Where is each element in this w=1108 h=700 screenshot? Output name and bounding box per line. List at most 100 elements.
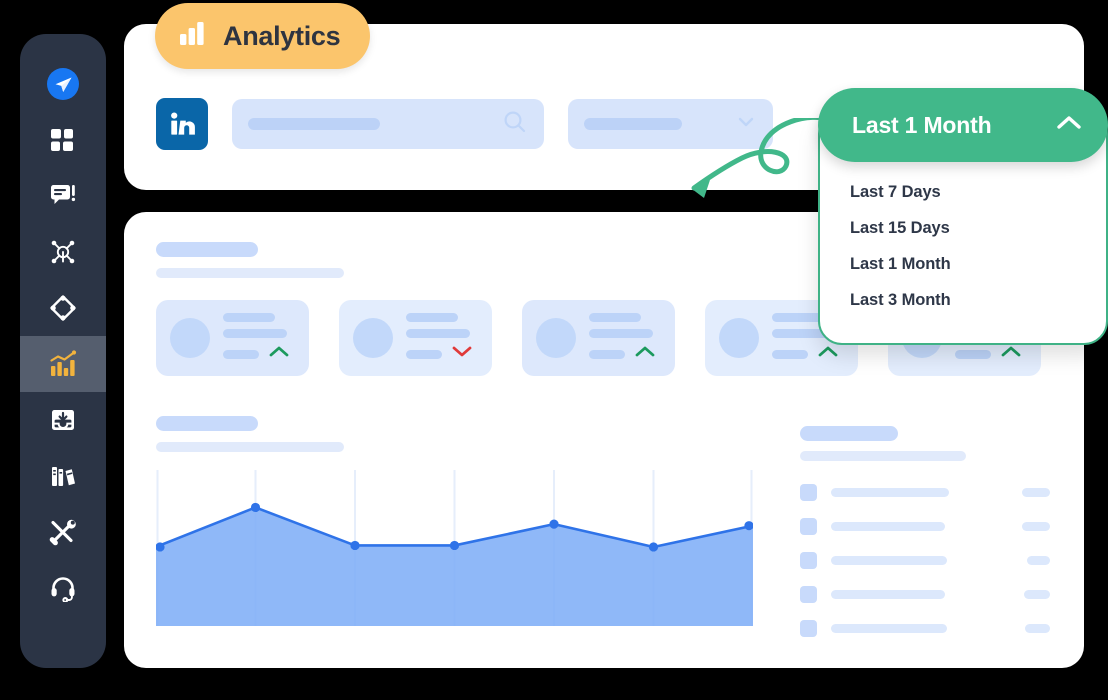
inbox-download-icon [49,406,77,434]
target-icon [49,294,77,322]
list-item-label [831,624,947,633]
stats-section-subtitle [156,268,344,278]
list-item-value [1025,624,1050,633]
network-icon [48,237,78,267]
avatar [170,318,210,358]
search-icon [502,109,528,140]
sidebar-item-analytics[interactable] [20,336,106,392]
stat-line [223,313,275,322]
dashboard-icon [49,126,77,154]
sidebar [20,34,106,668]
stat-line [589,349,625,359]
message-alert-icon [49,182,77,210]
sidebar-item-inbox[interactable] [20,392,106,448]
sidebar-item-network[interactable] [20,224,106,280]
list-item-label [831,556,947,565]
stat-card[interactable] [339,300,492,376]
list-item[interactable] [800,586,1050,603]
stat-value-row [772,345,844,363]
date-range-option-2[interactable]: Last 1 Month [850,246,1108,282]
sidebar-item-dashboard[interactable] [20,112,106,168]
trend-up-icon [635,345,655,363]
list-item[interactable] [800,518,1050,535]
sidebar-item-library[interactable] [20,448,106,504]
date-range-option-0[interactable]: Last 7 Days [850,174,1108,210]
analytics-badge: Analytics [155,3,371,69]
stat-card[interactable] [156,300,309,376]
avatar [719,318,759,358]
area-chart [154,470,755,628]
search-input[interactable] [232,99,544,149]
stat-value-row [406,345,478,363]
filter-placeholder-bar [584,118,682,130]
library-icon [49,462,77,490]
stat-line [955,349,991,359]
date-range-option-3[interactable]: Last 3 Month [850,282,1108,318]
date-range-selected-label: Last 1 Month [852,111,992,138]
analytics-icon [48,349,78,379]
stats-section-title [156,242,258,257]
list-item-value [1027,556,1050,565]
analytics-badge-label: Analytics [223,20,341,51]
sidebar-item-send[interactable] [20,56,106,112]
stat-lines [223,313,295,363]
list-item-icon [800,518,817,535]
list-panel [800,484,1050,637]
stat-line [223,349,259,359]
list-item[interactable] [800,484,1050,501]
tools-icon [49,518,77,546]
stat-lines [589,313,661,363]
list-item-icon [800,484,817,501]
linkedin-icon[interactable] [156,98,208,150]
stat-line [406,313,458,322]
headset-icon [49,574,77,602]
stat-line [223,329,287,338]
list-item-label [831,522,945,531]
chevron-up-icon [1054,113,1084,138]
list-item[interactable] [800,552,1050,569]
list-item-value [1022,522,1050,531]
chevron-down-icon [735,111,757,138]
date-range-options: Last 7 Days Last 15 Days Last 1 Month La… [818,174,1108,318]
list-section-title [800,426,898,441]
chart-section-subtitle [156,442,344,452]
stat-card[interactable] [522,300,675,376]
stat-line [589,329,653,338]
list-section-subtitle [800,451,966,461]
stat-line [772,313,824,322]
app-root: Analytics Last 7 Days Last 15 Days Last … [0,0,1108,700]
trend-up-icon [1001,345,1021,363]
bar-chart-icon [179,21,207,52]
search-placeholder-bar [248,118,380,130]
list-item[interactable] [800,620,1050,637]
sidebar-item-messages[interactable] [20,168,106,224]
date-range-toggle[interactable]: Last 1 Month [818,88,1108,162]
list-item-label [831,590,945,599]
stat-line [406,349,442,359]
stat-value-row [589,345,661,363]
sidebar-item-tools[interactable] [20,504,106,560]
list-item-icon [800,552,817,569]
sidebar-item-campaigns[interactable] [20,280,106,336]
stat-line [772,349,808,359]
stat-value-row [223,345,295,363]
trend-up-icon [269,345,289,363]
list-item-icon [800,620,817,637]
trend-up-icon [818,345,838,363]
stat-line [406,329,470,338]
list-item-value [1024,590,1050,599]
send-icon [46,67,80,101]
chart-section-title [156,416,258,431]
filter-select[interactable] [568,99,773,149]
stat-value-row [955,345,1027,363]
stat-lines [406,313,478,363]
avatar [536,318,576,358]
list-item-label [831,488,949,497]
list-item-value [1022,488,1050,497]
toolbar-row [156,98,773,150]
sidebar-item-support[interactable] [20,560,106,616]
trend-down-icon [452,345,472,363]
date-range-option-1[interactable]: Last 15 Days [850,210,1108,246]
list-item-icon [800,586,817,603]
avatar [353,318,393,358]
